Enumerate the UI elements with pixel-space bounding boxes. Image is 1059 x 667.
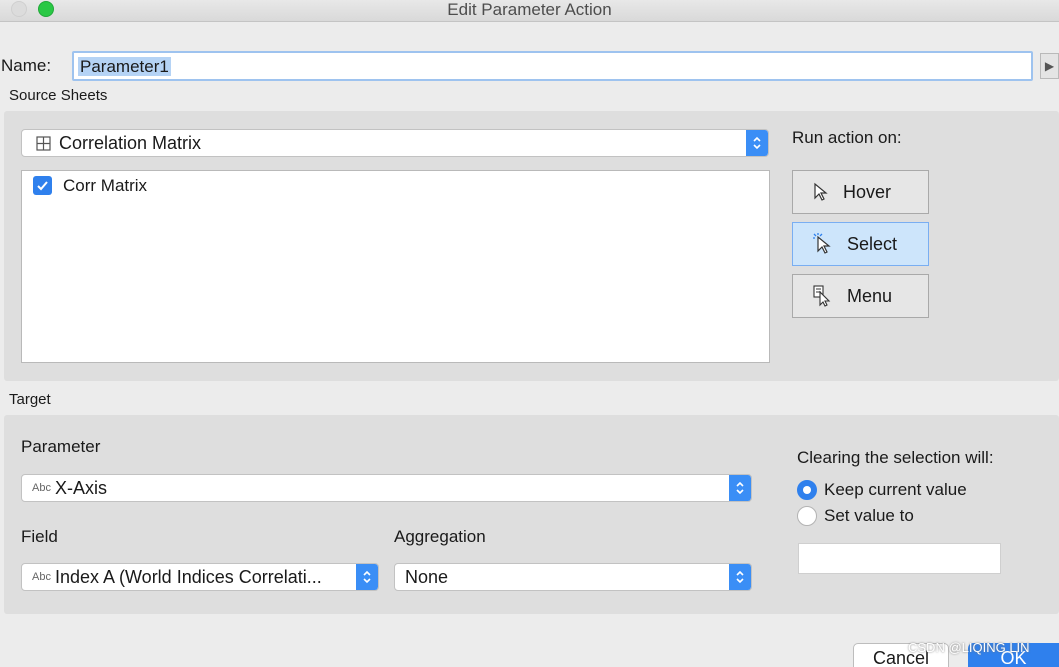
aggregation-dropdown[interactable]: None <box>394 563 752 591</box>
keep-current-value-label: Keep current value <box>824 480 967 499</box>
string-type-icon: Abc <box>32 482 51 494</box>
cursor-icon <box>814 182 828 201</box>
keep-current-value-option[interactable]: Keep current value <box>797 480 967 500</box>
radio-button-selected[interactable] <box>797 480 817 500</box>
run-action-heading: Run action on: <box>792 128 902 147</box>
parameter-label: Parameter <box>21 437 101 456</box>
dashboard-dropdown[interactable]: Correlation Matrix <box>21 129 769 157</box>
field-dropdown[interactable]: Abc Index A (World Indices Correlati... <box>21 563 379 591</box>
dropdown-stepper-icon <box>729 564 751 590</box>
aggregation-dropdown-value: None <box>405 566 449 587</box>
source-sheets-heading: Source Sheets <box>9 87 108 104</box>
sheet-checkbox[interactable] <box>33 176 52 195</box>
checkmark-icon <box>37 181 48 191</box>
set-value-to-label: Set value to <box>824 506 914 525</box>
radio-button[interactable] <box>797 506 817 526</box>
hover-button[interactable]: Hover <box>792 170 929 214</box>
field-dropdown-value: Index A (World Indices Correlati... <box>54 566 322 587</box>
name-label: Name: <box>1 56 52 75</box>
set-value-to-option[interactable]: Set value to <box>797 506 914 526</box>
dashboard-dropdown-value: Correlation Matrix <box>59 132 202 153</box>
parameter-dropdown[interactable]: Abc X-Axis <box>21 474 752 502</box>
menu-cursor-icon <box>813 285 831 307</box>
select-button-label: Select <box>847 233 898 254</box>
menu-button[interactable]: Menu <box>792 274 929 318</box>
sheet-list: Corr Matrix <box>21 170 770 363</box>
hover-button-label: Hover <box>843 181 892 202</box>
select-button[interactable]: Select <box>792 222 929 266</box>
set-value-input[interactable] <box>798 543 1001 574</box>
parameter-dropdown-value: X-Axis <box>54 477 107 498</box>
target-heading: Target <box>9 391 51 408</box>
dropdown-stepper-icon <box>356 564 378 590</box>
dropdown-stepper-icon <box>746 130 768 156</box>
select-cursor-icon <box>813 233 831 254</box>
window-title: Edit Parameter Action <box>447 0 612 19</box>
title-bar: Edit Parameter Action <box>0 0 1059 22</box>
play-arrow-icon: ▶ <box>1044 59 1055 73</box>
watermark: CSDN @LIQING LIN <box>908 640 1030 655</box>
name-input[interactable]: Parameter1 <box>72 51 1033 81</box>
dropdown-stepper-icon <box>729 475 751 501</box>
sheet-list-item-label: Corr Matrix <box>63 176 148 195</box>
clearing-heading: Clearing the selection will: <box>797 448 994 467</box>
menu-button-label: Menu <box>847 285 893 306</box>
field-label: Field <box>21 527 58 546</box>
name-expand-button[interactable]: ▶ <box>1040 53 1059 79</box>
string-type-icon: Abc <box>32 571 51 583</box>
grid-icon <box>36 135 51 151</box>
aggregation-label: Aggregation <box>394 527 486 546</box>
name-input-value: Parameter1 <box>78 57 171 76</box>
